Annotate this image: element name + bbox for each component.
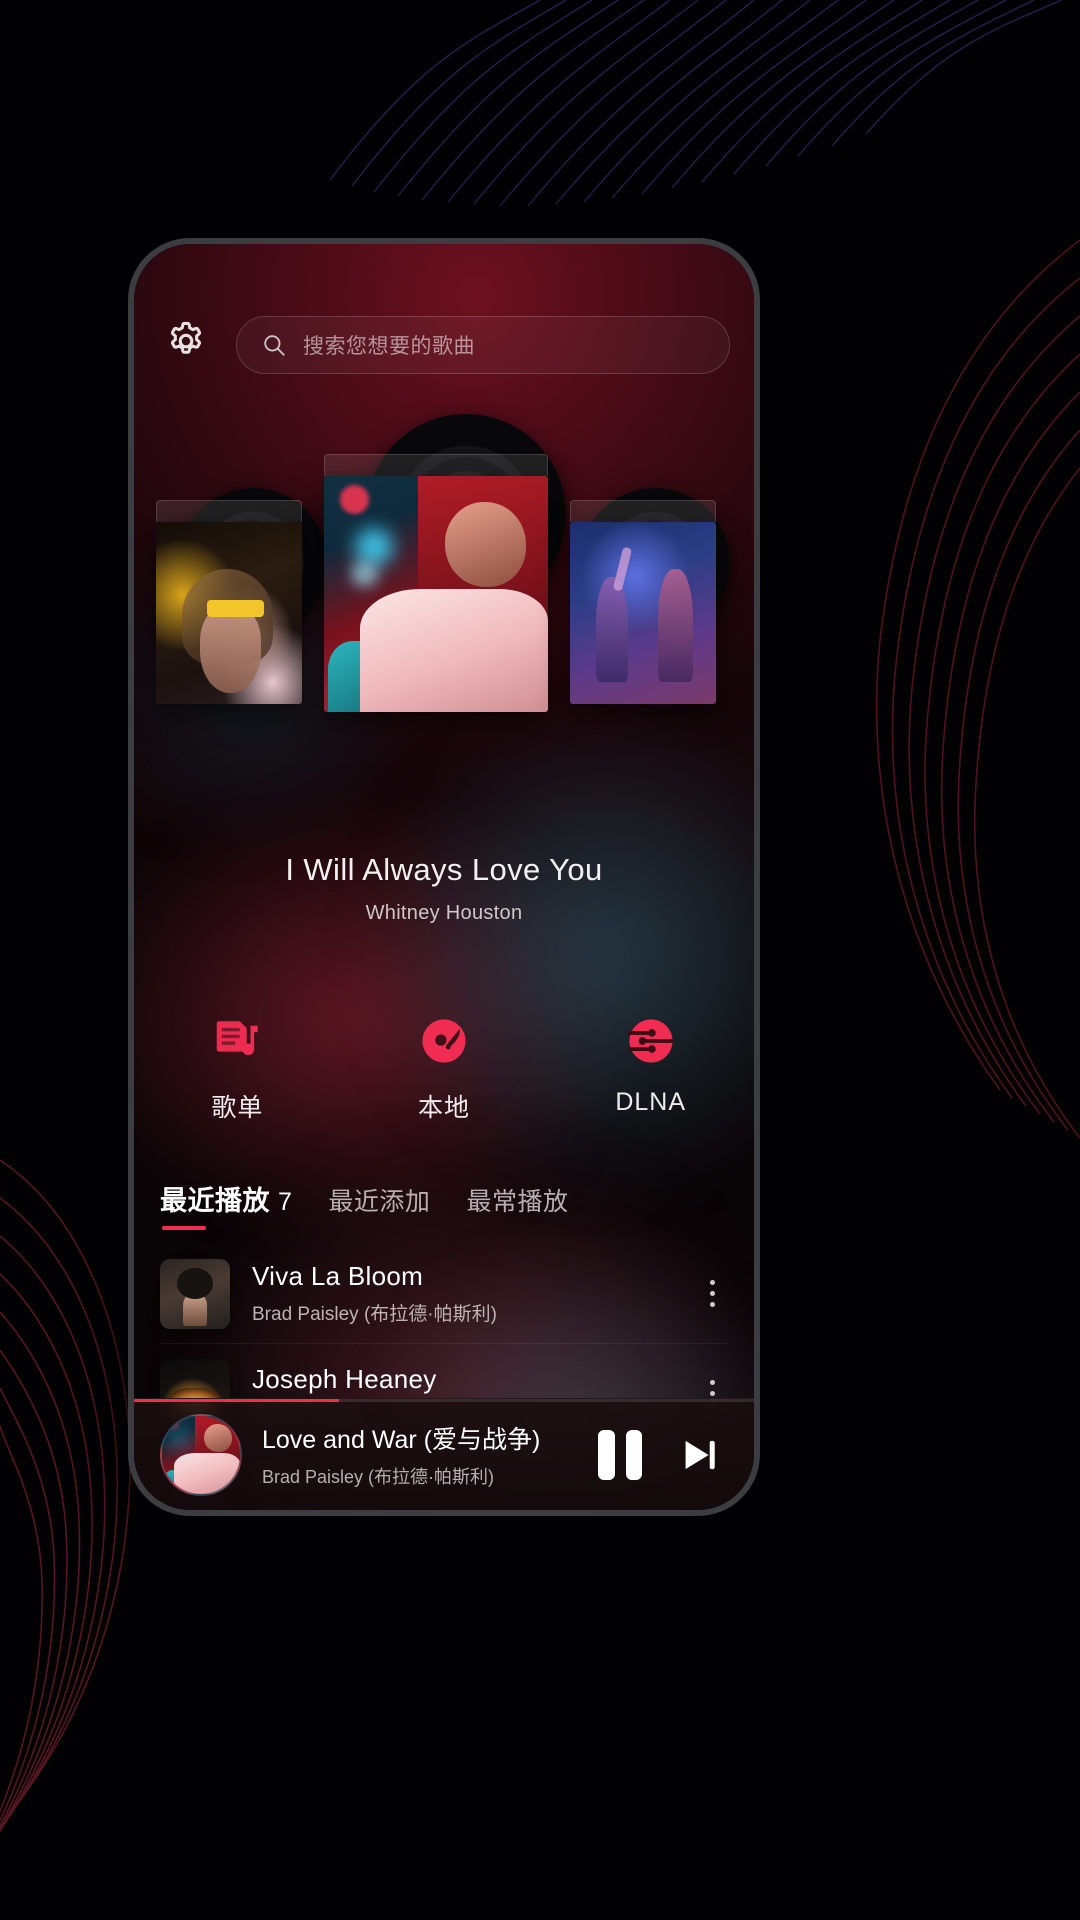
- search-placeholder: 搜索您想要的歌曲: [303, 335, 475, 358]
- category-playlist[interactable]: 歌单: [134, 1014, 341, 1124]
- playback-progress-fill: [134, 1399, 339, 1402]
- hero-song-title: I Will Always Love You: [285, 852, 603, 887]
- tab-active-indicator: [162, 1226, 206, 1230]
- playback-progress-bar[interactable]: [134, 1399, 754, 1402]
- mini-player-artist: Brad Paisley (布拉德·帕斯利): [262, 1467, 495, 1487]
- search-icon: [261, 332, 287, 358]
- mini-player-controls: [598, 1429, 728, 1480]
- song-artist: Brad Paisley (布拉德·帕斯利): [252, 1304, 497, 1325]
- hero-song-artist: Whitney Houston: [365, 902, 523, 924]
- tab-most-played[interactable]: 最常播放: [466, 1182, 568, 1230]
- album-sleeve-center: [324, 454, 548, 476]
- category-playlist-label: 歌单: [211, 1094, 264, 1122]
- carousel-item-right[interactable]: [570, 488, 730, 704]
- pause-icon[interactable]: [598, 1429, 642, 1480]
- vinyl-record-icon: [417, 1014, 471, 1068]
- album-art-center: [324, 476, 548, 712]
- tab-recently-played-label: 最近播放 7: [160, 1179, 292, 1218]
- category-shortcuts: 歌单 本地 DLNA: [134, 1014, 754, 1124]
- album-carousel[interactable]: [134, 414, 754, 749]
- mini-player-bar[interactable]: Love and War (爱与战争) Brad Paisley (布拉德·帕斯…: [134, 1398, 754, 1510]
- phone-screen: 搜索您想要的歌曲 I Will Always Love You Whitney …: [134, 244, 754, 1510]
- more-options-icon[interactable]: [692, 1280, 732, 1307]
- category-dlna-label: DLNA: [615, 1088, 687, 1116]
- song-title: Viva La Bloom: [252, 1261, 424, 1291]
- category-local[interactable]: 本地: [341, 1014, 548, 1124]
- song-title: Joseph Heaney: [252, 1363, 437, 1394]
- carousel-item-center[interactable]: [324, 414, 566, 712]
- tab-recently-added-label: 最近添加: [328, 1188, 431, 1216]
- dlna-network-icon: [624, 1014, 678, 1068]
- album-sleeve-left: [156, 500, 302, 522]
- top-bar: 搜索您想要的歌曲: [134, 306, 754, 384]
- album-art-left: [156, 522, 302, 704]
- tab-most-played-label: 最常播放: [466, 1188, 569, 1216]
- tab-recently-played-text: 最近播放: [160, 1186, 270, 1216]
- list-tabs: 最近播放 7 最近添加 最常播放: [160, 1179, 568, 1230]
- carousel-item-left[interactable]: [156, 488, 328, 704]
- search-input[interactable]: 搜索您想要的歌曲: [236, 316, 730, 374]
- table-row[interactable]: Viva La Bloom Brad Paisley (布拉德·帕斯利): [134, 1244, 754, 1343]
- album-sleeve-right: [570, 500, 716, 522]
- category-dlna[interactable]: DLNA: [547, 1014, 754, 1124]
- mini-player-meta[interactable]: Love and War (爱与战争) Brad Paisley (布拉德·帕斯…: [262, 1420, 578, 1489]
- now-playing-hero: I Will Always Love You Whitney Houston: [134, 852, 754, 925]
- gear-icon: [163, 320, 209, 371]
- tab-recently-played[interactable]: 最近播放 7: [160, 1179, 292, 1230]
- app-content: 搜索您想要的歌曲 I Will Always Love You Whitney …: [134, 244, 754, 1510]
- tab-recently-played-count: 7: [278, 1188, 293, 1216]
- playlist-music-icon: [210, 1014, 264, 1068]
- album-art-right: [570, 522, 716, 704]
- song-thumbnail: [160, 1258, 230, 1329]
- category-local-label: 本地: [418, 1094, 471, 1122]
- phone-frame: 搜索您想要的歌曲 I Will Always Love You Whitney …: [128, 238, 760, 1516]
- song-meta: Viva La Bloom Brad Paisley (布拉德·帕斯利): [252, 1261, 670, 1326]
- mini-player-artwork[interactable]: [160, 1413, 242, 1496]
- settings-button[interactable]: [158, 317, 214, 373]
- tab-recently-added[interactable]: 最近添加: [328, 1182, 430, 1230]
- mini-player-title: Love and War (爱与战争): [262, 1426, 541, 1454]
- screen-root: 搜索您想要的歌曲 I Will Always Love You Whitney …: [0, 0, 1080, 1920]
- skip-next-icon[interactable]: [676, 1432, 722, 1478]
